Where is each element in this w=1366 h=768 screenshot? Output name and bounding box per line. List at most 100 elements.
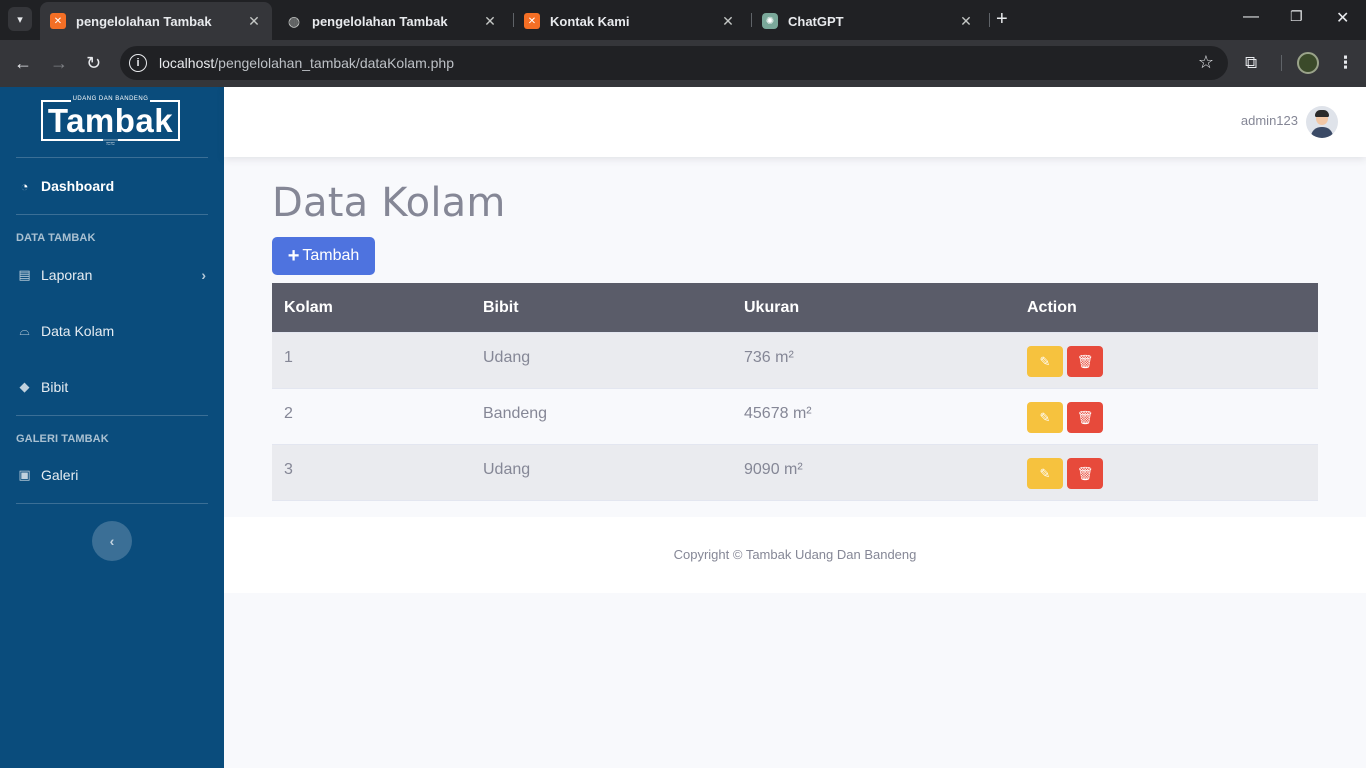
address-bar[interactable]: i localhost/pengelolahan_tambak/dataKola… — [120, 46, 1228, 80]
cell-action: ✎ 🗑 — [1027, 389, 1318, 444]
browser-tab-bar: ▾ ✕ pengelolahan Tambak ✕ ◍ pengelolahan… — [0, 0, 1366, 40]
delete-button[interactable]: 🗑 — [1067, 458, 1103, 489]
edit-icon: ✎ — [1039, 409, 1051, 425]
footer: Copyright © Tambak Udang Dan Bandeng — [224, 517, 1366, 593]
site-info-icon[interactable]: i — [129, 54, 147, 72]
topbar: admin123 — [224, 87, 1366, 157]
cell-kolam: 2 — [284, 405, 293, 422]
tab-separator — [989, 13, 990, 27]
xampp-icon: ✕ — [50, 13, 66, 29]
cell-kolam: 1 — [284, 349, 293, 366]
sidebar-item-galeri[interactable]: ▣ Galeri — [16, 463, 208, 487]
url-host: localhost — [159, 55, 215, 71]
minimize-icon[interactable]: — — [1243, 8, 1259, 26]
plus-icon: + — [287, 245, 300, 267]
url-text[interactable]: localhost/pengelolahan_tambak/dataKolam.… — [159, 55, 454, 71]
edit-icon: ✎ — [1039, 465, 1051, 481]
sidebar-toggle-button[interactable]: ‹ — [92, 521, 132, 561]
cell-action: ✎ 🗑 — [1027, 333, 1318, 388]
tab-title: Kontak Kami — [550, 13, 630, 29]
trash-icon: 🗑 — [1076, 409, 1094, 425]
sidebar-heading-data-tambak: DATA TAMBAK — [16, 232, 96, 244]
edit-icon: ✎ — [1039, 353, 1051, 369]
close-icon[interactable]: ✕ — [720, 13, 736, 30]
toolbar-separator — [1281, 55, 1282, 71]
cell-ukuran: 736 m² — [744, 349, 794, 366]
brand-logo[interactable]: UDANG DAN BANDENG Tambak ≈≈ — [41, 96, 180, 148]
avatar-body — [1311, 127, 1333, 138]
images-icon: ▣ — [18, 467, 31, 482]
edit-button[interactable]: ✎ — [1027, 346, 1063, 377]
column-header-bibit: Bibit — [483, 298, 519, 316]
sidebar-item-data-kolam[interactable]: ⌓ Data Kolam — [16, 319, 208, 343]
browser-tab-3[interactable]: ✕ Kontak Kami ✕ — [514, 2, 746, 40]
sidebar-item-label: Data Kolam — [41, 323, 115, 339]
copyright-text: Copyright © Tambak Udang Dan Bandeng — [673, 547, 917, 562]
back-arrow-icon[interactable]: ← — [14, 52, 32, 74]
cell-ukuran: 9090 m² — [744, 461, 803, 478]
brand-name: Tambak — [47, 102, 174, 139]
column-header-kolam: Kolam — [284, 298, 333, 316]
globe-icon: ◍ — [287, 12, 301, 29]
bookmark-star-icon[interactable]: ☆ — [1198, 52, 1214, 73]
cell-ukuran: 45678 m² — [744, 405, 812, 422]
wave-icon: ≈≈ — [43, 139, 178, 148]
brand-tagline: UDANG DAN BANDENG — [70, 96, 151, 102]
trash-icon: 🗑 — [1076, 465, 1094, 481]
url-path: /pengelolahan_tambak/dataKolam.php — [214, 55, 455, 71]
add-button-label: Tambah — [302, 247, 360, 264]
table-header: Kolam Bibit Ukuran Action — [272, 283, 1318, 333]
new-tab-plus-icon[interactable]: + — [996, 9, 1008, 29]
edit-button[interactable]: ✎ — [1027, 402, 1063, 433]
sidebar-divider — [16, 503, 208, 504]
close-icon[interactable]: ✕ — [958, 13, 974, 30]
delete-button[interactable]: 🗑 — [1067, 402, 1103, 433]
cell-bibit: Udang — [483, 349, 531, 366]
tab-title: pengelolahan Tambak — [312, 13, 448, 29]
table-row: 2 Bandeng 45678 m² ✎ 🗑 — [272, 389, 1318, 445]
user-name[interactable]: admin123 — [1241, 113, 1298, 128]
tab-title: ChatGPT — [788, 13, 844, 29]
avatar-hair — [1315, 110, 1329, 117]
sidebar-divider — [16, 157, 208, 158]
restore-icon[interactable]: ❐ — [1290, 8, 1303, 25]
tab-search-chevron-icon[interactable]: ▾ — [8, 7, 32, 31]
sidebar-item-label: Dashboard — [41, 178, 115, 194]
chevron-right-icon: › — [201, 267, 206, 283]
file-icon: ▤ — [18, 267, 31, 282]
sidebar-item-label: Bibit — [41, 379, 69, 395]
page-title: Data Kolam — [272, 180, 506, 226]
profile-avatar-icon[interactable] — [1297, 52, 1319, 74]
sidebar-divider — [16, 214, 208, 215]
sidebar-item-dashboard[interactable]: ◔ Dashboard — [16, 174, 208, 198]
close-icon[interactable]: ✕ — [482, 13, 498, 30]
edit-button[interactable]: ✎ — [1027, 458, 1063, 489]
sidebar-item-bibit[interactable]: ◆ Bibit — [16, 375, 208, 399]
chevron-left-icon: ‹ — [109, 533, 115, 549]
sidebar-item-laporan[interactable]: ▤ Laporan › — [16, 263, 208, 287]
browser-tab-4[interactable]: ✺ ChatGPT ✕ — [752, 2, 984, 40]
pool-icon: ⌓ — [19, 323, 30, 338]
close-icon[interactable]: ✕ — [246, 13, 262, 30]
forward-arrow-icon[interactable]: → — [50, 52, 68, 74]
browser-toolbar: ← → ↻ i localhost/pengelolahan_tambak/da… — [0, 40, 1366, 87]
reload-icon[interactable]: ↻ — [86, 52, 101, 74]
add-button[interactable]: + Tambah — [272, 237, 375, 275]
table-row: 1 Udang 736 m² ✎ 🗑 — [272, 333, 1318, 389]
extensions-puzzle-icon[interactable]: ⧉ — [1245, 52, 1257, 74]
cell-bibit: Bandeng — [483, 405, 548, 422]
delete-button[interactable]: 🗑 — [1067, 346, 1103, 377]
menu-kebab-icon[interactable]: ⋮ — [1337, 52, 1354, 74]
column-header-action: Action — [1027, 298, 1077, 316]
browser-tab-1[interactable]: ✕ pengelolahan Tambak ✕ — [40, 2, 272, 40]
browser-tab-2[interactable]: ◍ pengelolahan Tambak ✕ — [276, 2, 508, 40]
data-kolam-table: Kolam Bibit Ukuran Action 1 Udang 736 m²… — [272, 283, 1318, 501]
sidebar-item-label: Laporan — [41, 267, 93, 283]
window-close-icon[interactable]: ✕ — [1336, 8, 1349, 28]
xampp-icon: ✕ — [524, 13, 540, 29]
table-row: 3 Udang 9090 m² ✎ 🗑 — [272, 445, 1318, 501]
avatar[interactable] — [1306, 106, 1338, 138]
trash-icon: 🗑 — [1076, 353, 1094, 369]
sidebar-divider — [16, 415, 208, 416]
tachometer-icon: ◔ — [20, 178, 29, 194]
